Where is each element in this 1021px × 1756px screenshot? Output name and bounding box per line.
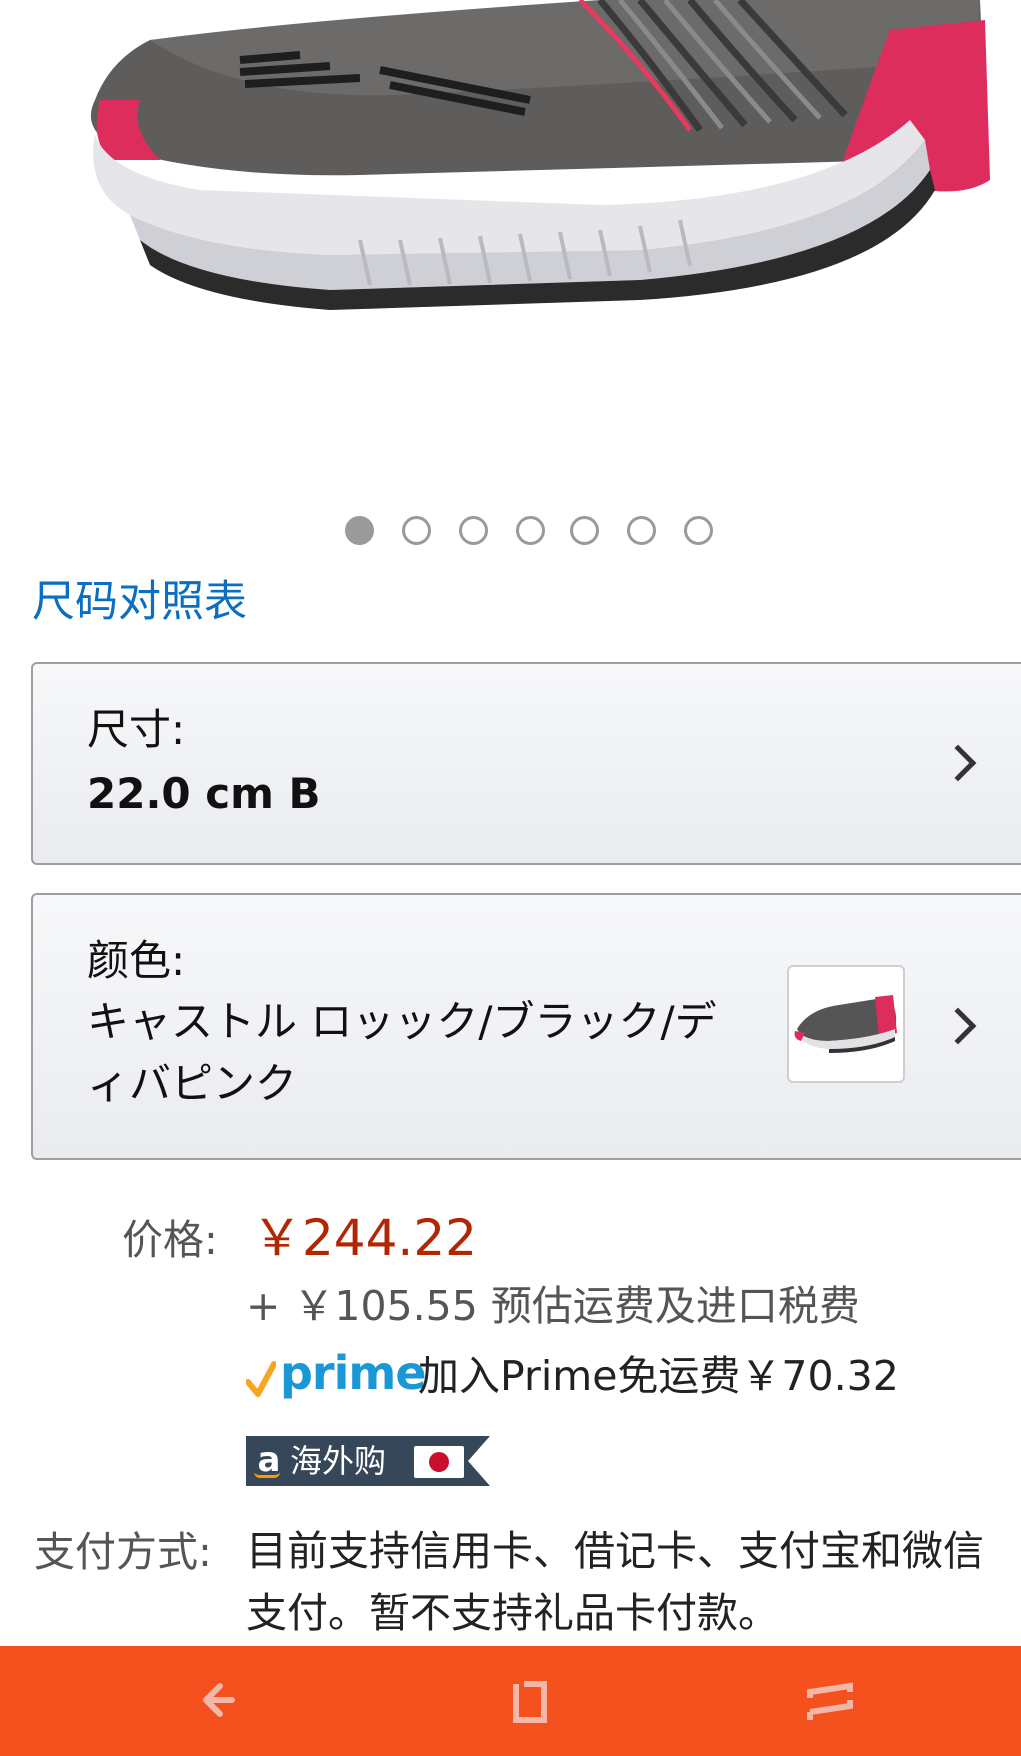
carousel-dot[interactable] — [459, 516, 488, 545]
badge-label: 海外购 — [290, 1442, 387, 1480]
size-label: 尺寸: — [87, 705, 186, 754]
color-swatch-thumbnail — [787, 965, 905, 1083]
carousel-dot[interactable] — [345, 516, 374, 545]
size-selector[interactable]: 尺寸: 22.0 cm B — [31, 662, 1021, 865]
color-label: 颜色: — [87, 936, 186, 985]
recent-apps-icon — [807, 1682, 853, 1720]
payment-methods-text: 目前支持信用卡、借记卡、支付宝和微信支付。暂不支持礼品卡付款。 — [246, 1527, 984, 1637]
carousel-dot[interactable] — [402, 516, 431, 545]
system-nav-bar — [0, 1646, 1021, 1756]
price-label: 价格: — [122, 1216, 218, 1264]
chevron-right-icon — [939, 744, 977, 782]
carousel-dot[interactable] — [627, 516, 656, 545]
carousel-dot[interactable] — [516, 516, 545, 545]
nav-recent-apps-button[interactable] — [770, 1646, 890, 1756]
prime-shipping-text: 加入Prime免运费￥70.32 — [418, 1352, 899, 1400]
amazon-global-badge: a 海外购 — [246, 1436, 490, 1486]
price-value: ￥244.22 — [252, 1209, 477, 1267]
shipping-estimate: + ￥105.55 预估运费及进口税费 — [246, 1282, 860, 1330]
nav-back-button[interactable] — [174, 1646, 294, 1756]
color-selector[interactable]: 颜色: キャストル ロッック/ブラック/ディバピンク — [31, 893, 1021, 1160]
nav-home-button[interactable] — [470, 1646, 590, 1756]
carousel-dot[interactable] — [684, 516, 713, 545]
carousel-indicator — [0, 516, 1021, 546]
shoe-thumbnail-image — [794, 995, 897, 1053]
carousel-dot[interactable] — [570, 516, 599, 545]
product-image[interactable] — [0, 0, 1021, 490]
prime-check-icon — [246, 1361, 276, 1397]
payment-label: 支付方式: — [34, 1528, 212, 1576]
chevron-right-icon — [939, 1007, 977, 1045]
size-chart-link[interactable]: 尺码对照表 — [32, 574, 247, 630]
prime-logo: prime — [280, 1346, 427, 1400]
shoe-image — [90, 0, 990, 310]
back-arrow-icon — [203, 1683, 235, 1717]
size-value: 22.0 cm B — [87, 769, 321, 818]
japan-flag-icon — [414, 1446, 464, 1478]
home-square-icon — [513, 1681, 547, 1723]
color-value: キャストル ロッック/ブラック/ディバピンク — [87, 997, 717, 1108]
